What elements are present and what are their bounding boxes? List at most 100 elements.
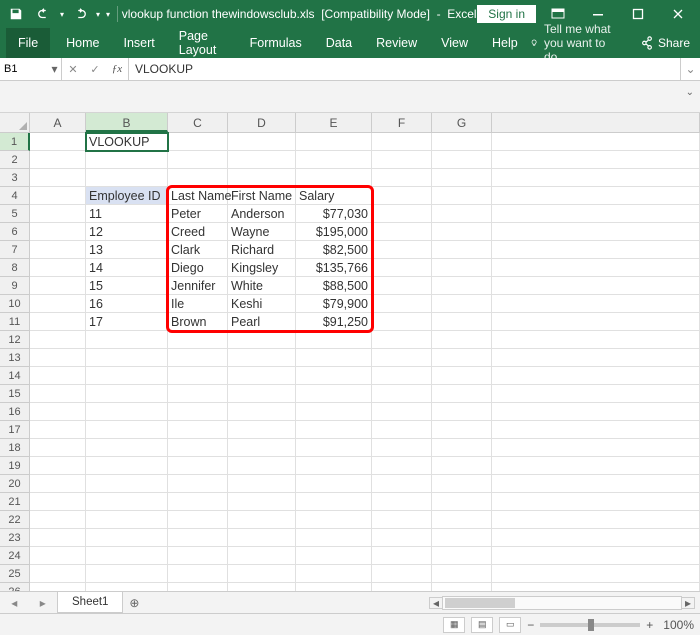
cell[interactable] [228, 331, 296, 349]
scroll-thumb[interactable] [445, 598, 515, 608]
name-box[interactable] [0, 63, 48, 75]
share-button[interactable]: Share [640, 36, 690, 50]
cell[interactable] [432, 331, 492, 349]
cell[interactable] [168, 493, 228, 511]
cell[interactable] [296, 421, 372, 439]
cell[interactable] [228, 565, 296, 583]
cell[interactable] [372, 457, 432, 475]
cell[interactable] [30, 475, 86, 493]
cell[interactable] [296, 457, 372, 475]
cell[interactable] [228, 529, 296, 547]
cell[interactable] [432, 133, 492, 151]
cell[interactable] [372, 187, 432, 205]
cell[interactable] [228, 169, 296, 187]
cell[interactable]: Clark [168, 241, 228, 259]
cell[interactable] [86, 583, 168, 591]
cell[interactable] [30, 133, 86, 151]
cell[interactable] [30, 385, 86, 403]
column-header[interactable]: F [372, 113, 432, 132]
cell[interactable] [432, 385, 492, 403]
row-header[interactable]: 16 [0, 403, 30, 421]
tab-insert[interactable]: Insert [112, 28, 167, 58]
spreadsheet-grid[interactable]: ABCDEFG 1VLOOKUP234Employee IDLast NameF… [0, 113, 700, 591]
cell[interactable] [30, 295, 86, 313]
cell[interactable] [372, 439, 432, 457]
undo-icon[interactable] [32, 3, 56, 25]
scroll-right-icon[interactable]: ▸ [681, 597, 695, 609]
zoom-slider[interactable] [540, 623, 640, 627]
cell[interactable] [296, 403, 372, 421]
sheet-prev-icon[interactable]: ◂ [11, 596, 17, 610]
cell[interactable] [372, 313, 432, 331]
cell[interactable] [228, 511, 296, 529]
row-header[interactable]: 21 [0, 493, 30, 511]
cell[interactable] [432, 439, 492, 457]
cell[interactable] [228, 547, 296, 565]
cell[interactable]: $77,030 [296, 205, 372, 223]
cell[interactable] [432, 187, 492, 205]
row-header[interactable]: 25 [0, 565, 30, 583]
cell[interactable] [372, 511, 432, 529]
cell[interactable] [372, 529, 432, 547]
cell[interactable] [168, 439, 228, 457]
cell[interactable] [432, 259, 492, 277]
cell[interactable] [296, 583, 372, 591]
cell[interactable] [86, 493, 168, 511]
cell[interactable] [228, 367, 296, 385]
cell[interactable] [168, 151, 228, 169]
cell[interactable] [432, 151, 492, 169]
cell[interactable] [168, 475, 228, 493]
cell[interactable]: $91,250 [296, 313, 372, 331]
collapse-ribbon-icon[interactable]: ⌄ [686, 87, 694, 98]
cell[interactable] [168, 385, 228, 403]
cell[interactable] [30, 223, 86, 241]
cell[interactable]: Last Name [168, 187, 228, 205]
cell[interactable] [296, 511, 372, 529]
cell[interactable] [228, 421, 296, 439]
cell[interactable] [432, 583, 492, 591]
cell[interactable] [168, 457, 228, 475]
cell[interactable] [372, 349, 432, 367]
row-header[interactable]: 2 [0, 151, 30, 169]
horizontal-scrollbar[interactable]: ◂ ▸ [442, 596, 682, 610]
maximize-icon[interactable] [620, 3, 656, 25]
cell[interactable] [296, 151, 372, 169]
cell[interactable] [372, 133, 432, 151]
cell[interactable] [372, 367, 432, 385]
normal-view-icon[interactable]: ▦ [443, 617, 465, 633]
cell[interactable]: First Name [228, 187, 296, 205]
row-header[interactable]: 14 [0, 367, 30, 385]
cell[interactable] [30, 457, 86, 475]
tab-review[interactable]: Review [364, 28, 429, 58]
cell[interactable] [296, 439, 372, 457]
cell[interactable] [432, 169, 492, 187]
cell[interactable] [228, 151, 296, 169]
cell[interactable] [168, 529, 228, 547]
column-header[interactable]: B [86, 113, 168, 132]
cell[interactable] [86, 169, 168, 187]
cell[interactable] [296, 493, 372, 511]
cell[interactable] [432, 367, 492, 385]
cell[interactable] [168, 547, 228, 565]
cell[interactable] [432, 349, 492, 367]
cell[interactable] [372, 241, 432, 259]
redo-dropdown-icon[interactable]: ▾ [96, 10, 100, 19]
row-header[interactable]: 6 [0, 223, 30, 241]
row-header[interactable]: 12 [0, 331, 30, 349]
cell[interactable] [296, 331, 372, 349]
cell[interactable] [30, 151, 86, 169]
cell[interactable] [86, 529, 168, 547]
tab-formulas[interactable]: Formulas [238, 28, 314, 58]
cell[interactable] [30, 493, 86, 511]
cell[interactable] [228, 475, 296, 493]
cell[interactable] [372, 385, 432, 403]
cell[interactable] [30, 583, 86, 591]
cell[interactable] [372, 421, 432, 439]
column-header[interactable]: A [30, 113, 86, 132]
cell[interactable] [296, 169, 372, 187]
cell[interactable] [228, 133, 296, 151]
page-layout-view-icon[interactable]: ▤ [471, 617, 493, 633]
cell[interactable]: Salary [296, 187, 372, 205]
page-break-view-icon[interactable]: ▭ [499, 617, 521, 633]
cell[interactable] [30, 403, 86, 421]
